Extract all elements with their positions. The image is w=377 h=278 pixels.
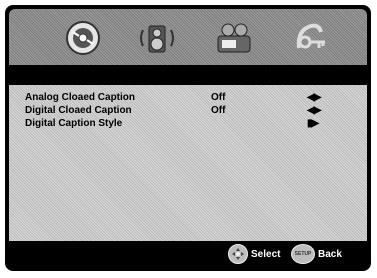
enter-arrow-icon[interactable]: ▮▶ xyxy=(307,118,319,129)
speaker-icon xyxy=(140,25,174,53)
tab-audio-setup[interactable] xyxy=(137,18,177,58)
settings-list: Analog Cloaed Caption Off ◀▶ Digital Clo… xyxy=(9,85,367,241)
menu-row-analog-closed-caption[interactable]: Analog Cloaed Caption Off ◀▶ xyxy=(25,92,355,106)
row-label: Digital Caption Style xyxy=(25,118,123,129)
tab-video-setup[interactable] xyxy=(214,18,254,58)
select-label: Select xyxy=(251,248,281,260)
selected-tab-band xyxy=(9,65,367,85)
preference-icon xyxy=(296,23,325,49)
footer-bar: Select SETUP Back xyxy=(9,241,367,267)
dpad-icon xyxy=(228,244,248,264)
row-label: Analog Cloaed Caption xyxy=(25,92,135,103)
back-label: Back xyxy=(318,248,342,260)
left-right-arrows-icon[interactable]: ◀▶ xyxy=(307,92,321,103)
video-icon xyxy=(217,23,251,53)
row-value: Off xyxy=(211,92,226,103)
row-label: Digital Cloaed Caption xyxy=(25,105,132,116)
disc-icon xyxy=(66,21,100,55)
setup-button-icon: SETUP xyxy=(291,244,315,264)
tab-bar xyxy=(9,9,367,65)
menu-row-digital-caption-style[interactable]: Digital Caption Style ▮▶ xyxy=(25,118,355,132)
select-hint: Select xyxy=(228,244,280,264)
back-hint: SETUP Back xyxy=(291,244,342,264)
left-right-arrows-icon[interactable]: ◀▶ xyxy=(307,105,321,116)
menu-row-digital-closed-caption[interactable]: Digital Cloaed Caption Off ◀▶ xyxy=(25,105,355,119)
row-value: Off xyxy=(211,105,226,116)
osd-menu-frame: Analog Cloaed Caption Off ◀▶ Digital Clo… xyxy=(5,5,371,271)
tab-preference[interactable] xyxy=(291,18,331,58)
tab-general-setup[interactable] xyxy=(63,18,103,58)
